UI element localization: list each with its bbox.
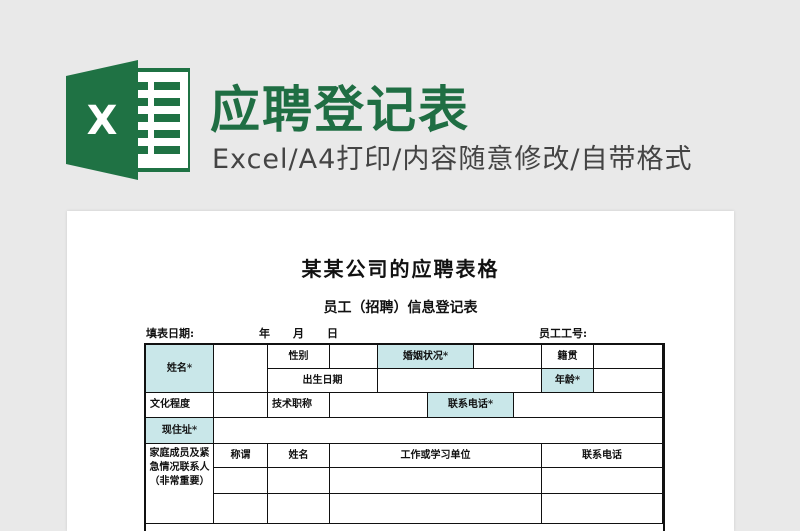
gender-value[interactable] [330,345,378,369]
family-cell[interactable] [330,494,542,524]
document-subtitle: 员工（招聘）信息登记表 [323,300,478,316]
work-unit-header: 工作或学习单位 [330,444,542,468]
phone-label: 联系电话* [428,393,514,418]
family-cell[interactable] [214,468,268,494]
title-label: 技术职称 [268,393,330,418]
origin-label: 籍贯 [542,345,594,369]
gender-label: 性别 [268,345,330,369]
address-label: 现住址* [146,418,214,444]
family-cell[interactable] [268,468,330,494]
day-label: 日 [327,327,338,340]
education-value[interactable] [214,393,268,418]
marital-value[interactable] [474,345,542,369]
address-value[interactable] [214,418,663,444]
age-value[interactable] [594,369,663,393]
relation-header: 称谓 [214,444,268,468]
page-title: 应聘登记表 [210,81,470,139]
document-title: 某某公司的应聘表格 [301,257,500,281]
family-cell[interactable] [542,494,663,524]
excel-icon: X [66,60,192,180]
fill-date-label: 填表日期: [146,327,195,340]
excel-letter: X [87,98,118,144]
member-phone-header: 联系电话 [542,444,663,468]
title-value[interactable] [330,393,428,418]
marital-label: 婚姻状况* [378,345,474,369]
origin-value[interactable] [594,345,663,369]
name-label: 姓名* [146,345,214,393]
family-label: 家庭成员及紧急情况联系人（非常重要） [146,444,214,524]
member-name-header: 姓名 [268,444,330,468]
education-label: 文化程度 [146,393,214,418]
birth-label: 出生日期 [268,369,378,393]
month-label: 月 [293,327,304,340]
year-label: 年 [259,327,270,340]
document-sheet: 某某公司的应聘表格 员工（招聘）信息登记表 填表日期: 年 月 日 员工工号: … [67,211,734,531]
family-cell[interactable] [542,468,663,494]
family-cell[interactable] [268,494,330,524]
birth-value[interactable] [378,369,542,393]
name-value[interactable] [214,345,268,393]
family-cell[interactable] [330,468,542,494]
phone-value[interactable] [514,393,663,418]
age-label: 年龄* [542,369,594,393]
page-subtitle: Excel/A4打印/内容随意修改/自带格式 [212,144,693,175]
employee-no-label: 员工工号: [539,327,588,340]
family-cell[interactable] [214,494,268,524]
